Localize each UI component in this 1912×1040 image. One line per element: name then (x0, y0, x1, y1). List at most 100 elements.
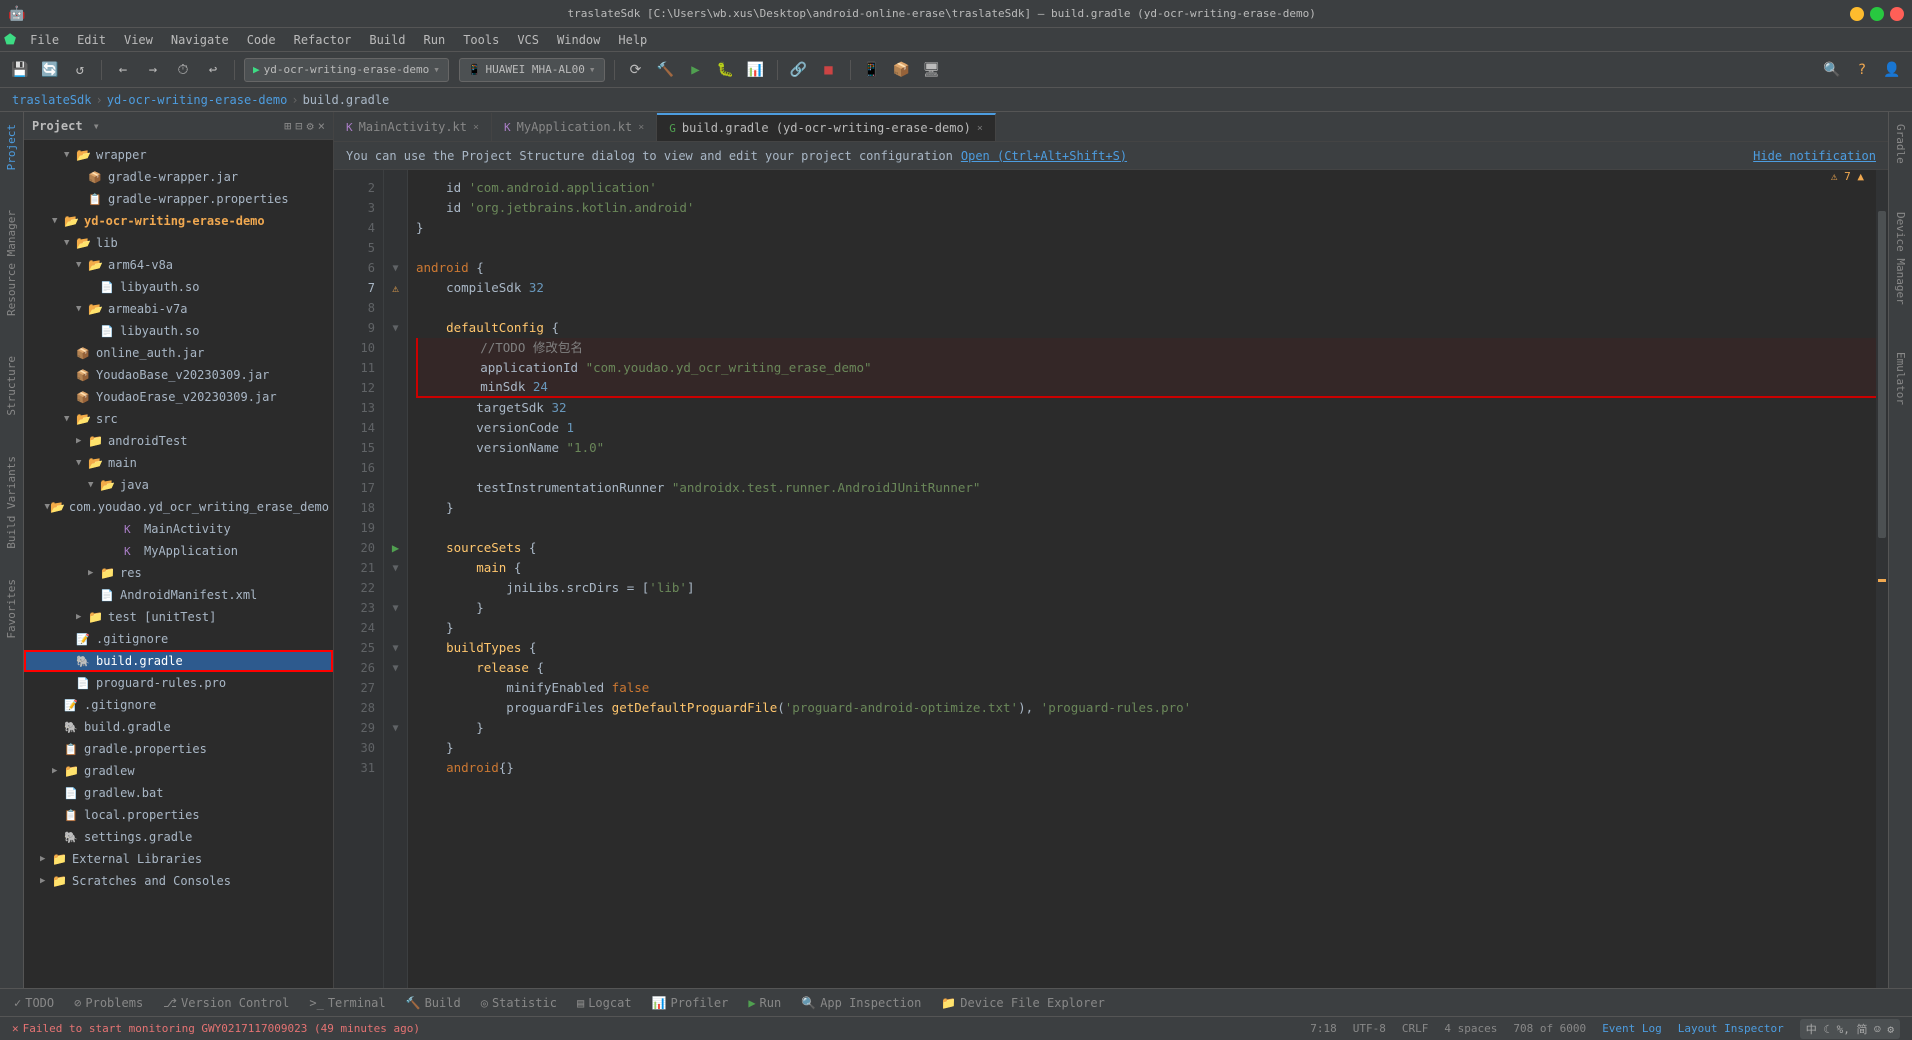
tab-terminal[interactable]: >_ Terminal (299, 989, 395, 1017)
tab-logcat[interactable]: ▤ Logcat (567, 989, 642, 1017)
tree-item[interactable]: 🐘build.gradle (24, 650, 333, 672)
menu-item-help[interactable]: Help (610, 31, 655, 49)
device-manager-tab[interactable]: Device Manager (1891, 204, 1910, 313)
panel-close[interactable]: × (318, 119, 325, 133)
help-btn[interactable]: ? (1850, 58, 1874, 82)
tab-device-explorer[interactable]: 📁 Device File Explorer (931, 989, 1114, 1017)
tree-item[interactable]: 🐘build.gradle (24, 716, 333, 738)
tree-item[interactable]: 📋gradle.properties (24, 738, 333, 760)
avd-manager-btn[interactable]: 📱 (860, 58, 884, 82)
sync-project-btn[interactable]: ⟳ (624, 58, 648, 82)
tab-close-2[interactable]: × (638, 122, 644, 133)
project-tab[interactable]: Project (1, 116, 22, 178)
status-encoding[interactable]: UTF-8 (1353, 1022, 1386, 1035)
fold-icon-26[interactable]: ▼ (392, 663, 398, 674)
fold-icon-29[interactable]: ▼ (392, 723, 398, 734)
tree-item[interactable]: 📋local.properties (24, 804, 333, 826)
resource-manager-tab[interactable]: Resource Manager (1, 202, 22, 324)
tree-item[interactable]: 📦YoudaoErase_v20230309.jar (24, 386, 333, 408)
menu-item-code[interactable]: Code (239, 31, 284, 49)
event-log[interactable]: Event Log (1602, 1022, 1662, 1035)
sdk-manager-btn[interactable]: 📦 (890, 58, 914, 82)
hide-notification-link[interactable]: Hide notification (1753, 149, 1876, 163)
toolbar-refresh-btn[interactable]: ↺ (68, 58, 92, 82)
tree-item[interactable]: 🐘settings.gradle (24, 826, 333, 848)
tree-item[interactable]: 📦YoudaoBase_v20230309.jar (24, 364, 333, 386)
tree-item[interactable]: ▶📁gradlew (24, 760, 333, 782)
menu-item-tools[interactable]: Tools (455, 31, 507, 49)
tree-item[interactable]: ▶📁test [unitTest] (24, 606, 333, 628)
tree-item[interactable]: ▶📁res (24, 562, 333, 584)
tree-item[interactable]: ▶📁Scratches and Consoles (24, 870, 333, 892)
tab-mainactivity[interactable]: K MainActivity.kt × (334, 113, 492, 141)
device-manager-btn[interactable]: 🖥 (920, 58, 944, 82)
tree-item[interactable]: 📝.gitignore (24, 628, 333, 650)
run-btn[interactable]: ▶ (684, 58, 708, 82)
tree-item[interactable]: 📄libyauth.so (24, 320, 333, 342)
tab-close-3[interactable]: × (977, 123, 983, 134)
toolbar-save-btn[interactable]: 💾 (8, 58, 32, 82)
menu-item-build[interactable]: Build (361, 31, 413, 49)
tree-item[interactable]: 📄libyauth.so (24, 276, 333, 298)
tree-item[interactable]: ▼📂yd-ocr-writing-erase-demo (24, 210, 333, 232)
tree-item[interactable]: ▼📂arm64-v8a (24, 254, 333, 276)
menu-item-refactor[interactable]: Refactor (286, 31, 360, 49)
tab-build[interactable]: 🔨 Build (396, 989, 471, 1017)
menu-item-edit[interactable]: Edit (69, 31, 114, 49)
fold-icon-23[interactable]: ▼ (392, 603, 398, 614)
breadcrumb-module[interactable]: yd-ocr-writing-erase-demo (107, 93, 288, 107)
menu-item-file[interactable]: File (22, 31, 67, 49)
emulator-tab[interactable]: Emulator (1891, 344, 1910, 413)
run-config-dropdown[interactable]: ▶ yd-ocr-writing-erase-demo ▾ (244, 58, 449, 82)
status-line-col[interactable]: 7:18 (1310, 1022, 1337, 1035)
editor-scrollbar[interactable] (1876, 170, 1888, 988)
tab-buildgradle-active[interactable]: G build.gradle (yd-ocr-writing-erase-dem… (657, 113, 996, 141)
tree-item[interactable]: ▼📂main (24, 452, 333, 474)
tab-profiler[interactable]: 📊 Profiler (642, 989, 739, 1017)
breadcrumb-root[interactable]: traslateSdk (12, 93, 91, 107)
maximize-btn[interactable] (1870, 7, 1884, 21)
tree-item[interactable]: KMainActivity (24, 518, 333, 540)
structure-tab[interactable]: Structure (1, 348, 22, 424)
tab-run[interactable]: ▶ Run (738, 989, 791, 1017)
tree-item[interactable]: ▼📂armeabi-v7a (24, 298, 333, 320)
tab-myapplication[interactable]: K MyApplication.kt × (492, 113, 657, 141)
input-method-indicator[interactable]: 中 ☾ %, 简 ☺ ⚙ (1800, 1019, 1900, 1039)
tree-item[interactable]: ▶📁androidTest (24, 430, 333, 452)
user-btn[interactable]: 👤 (1880, 58, 1904, 82)
toolbar-recent-btn[interactable]: ⏱ (171, 58, 195, 82)
toolbar-sync-btn[interactable]: 🔄 (38, 58, 62, 82)
tree-item[interactable]: 📝.gitignore (24, 694, 333, 716)
toolbar-back-btn[interactable]: ← (111, 58, 135, 82)
tree-item[interactable]: ▼📂lib (24, 232, 333, 254)
menu-item-window[interactable]: Window (549, 31, 608, 49)
tree-item[interactable]: 📦online_auth.jar (24, 342, 333, 364)
gradle-tab[interactable]: Gradle (1891, 116, 1910, 172)
menu-item-view[interactable]: View (116, 31, 161, 49)
tree-item[interactable]: ▼📂com.youdao.yd_ocr_writing_erase_demo (24, 496, 333, 518)
build-variants-tab[interactable]: Build Variants (1, 448, 22, 557)
menu-item-navigate[interactable]: Navigate (163, 31, 237, 49)
tree-item[interactable]: ▼📂java (24, 474, 333, 496)
fold-icon-9[interactable]: ▼ (392, 323, 398, 334)
profile-btn[interactable]: 📊 (744, 58, 768, 82)
run-icon-20[interactable]: ▶ (392, 541, 399, 555)
menu-item-run[interactable]: Run (416, 31, 454, 49)
tab-problems[interactable]: ⊘ Problems (64, 989, 153, 1017)
panel-dropdown-arrow[interactable]: ▾ (93, 119, 100, 133)
fold-icon-25[interactable]: ▼ (392, 643, 398, 654)
fold-icon-6[interactable]: ▼ (392, 263, 398, 274)
tree-item[interactable]: ▼📂wrapper (24, 144, 333, 166)
minimize-btn[interactable] (1850, 7, 1864, 21)
tree-item[interactable]: 📋gradle-wrapper.properties (24, 188, 333, 210)
device-dropdown[interactable]: 📱 HUAWEI MHA-AL00 ▾ (459, 58, 605, 82)
tree-item[interactable]: 📄gradlew.bat (24, 782, 333, 804)
tree-item[interactable]: KMyApplication (24, 540, 333, 562)
toolbar-undo-btn[interactable]: ↩ (201, 58, 225, 82)
layout-inspector[interactable]: Layout Inspector (1678, 1022, 1784, 1035)
tree-item[interactable]: ▶📁External Libraries (24, 848, 333, 870)
search-btn[interactable]: 🔍 (1820, 58, 1844, 82)
tab-todo[interactable]: ✓ TODO (4, 989, 64, 1017)
attach-debugger-btn[interactable]: 🔗 (787, 58, 811, 82)
close-btn[interactable] (1890, 7, 1904, 21)
